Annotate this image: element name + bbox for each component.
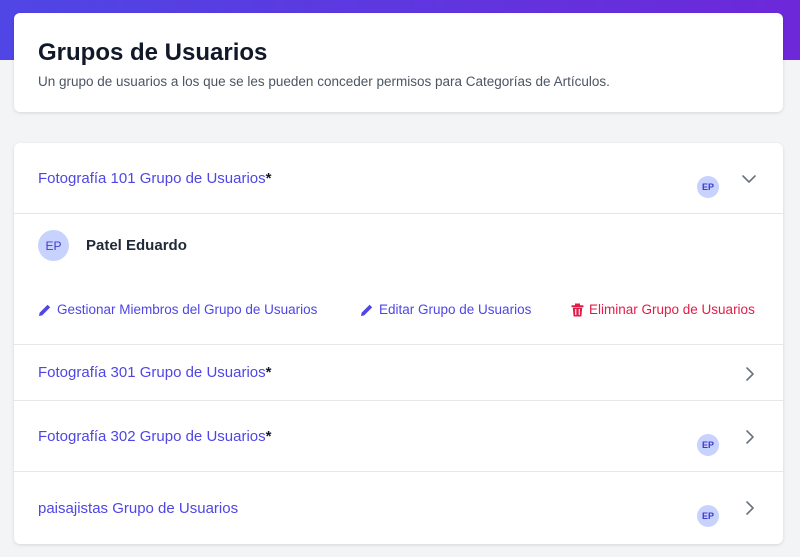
chevron-down-icon[interactable] [741,172,756,186]
group-name-link[interactable]: Fotografía 302 Grupo de Usuarios* [38,428,271,446]
user-groups-list: Fotografía 101 Grupo de Usuarios* EP EP … [14,143,783,544]
required-marker: * [265,170,272,187]
page-subtitle: Un grupo de usuarios a los que se les pu… [38,74,610,89]
required-marker: * [265,428,272,445]
group-member: EP Patel Eduardo [14,214,783,278]
delete-group-button[interactable]: Eliminar Grupo de Usuarios [571,302,755,317]
group-actions: Gestionar Miembros del Grupo de Usuarios… [14,278,783,345]
trash-icon [571,303,584,317]
chevron-right-icon[interactable] [743,500,757,515]
member-badge: EP [697,434,719,456]
member-name: Patel Eduardo [86,237,187,254]
group-row[interactable]: paisajistas Grupo de Usuarios EP [14,472,783,544]
page-header: Grupos de Usuarios Un grupo de usuarios … [14,13,783,112]
edit-group-button[interactable]: Editar Grupo de Usuarios [360,302,531,317]
chevron-right-icon[interactable] [743,429,757,444]
group-name-link[interactable]: Fotografía 101 Grupo de Usuarios* [38,170,271,188]
group-name-link[interactable]: Fotografía 301 Grupo de Usuarios* [38,364,271,382]
member-badge: EP [697,176,719,198]
page-title: Grupos de Usuarios [38,39,268,66]
chevron-right-icon[interactable] [743,366,757,381]
group-row[interactable]: Fotografía 302 Grupo de Usuarios* EP [14,401,783,472]
group-row[interactable]: Fotografía 101 Grupo de Usuarios* EP [14,143,783,214]
manage-members-button[interactable]: Gestionar Miembros del Grupo de Usuarios [38,302,317,317]
pencil-icon [360,303,374,317]
member-badge: EP [697,505,719,527]
group-name-link[interactable]: paisajistas Grupo de Usuarios [38,500,238,518]
required-marker: * [265,364,272,381]
avatar: EP [38,230,69,261]
pencil-icon [38,303,52,317]
group-row[interactable]: Fotografía 301 Grupo de Usuarios* [14,345,783,401]
